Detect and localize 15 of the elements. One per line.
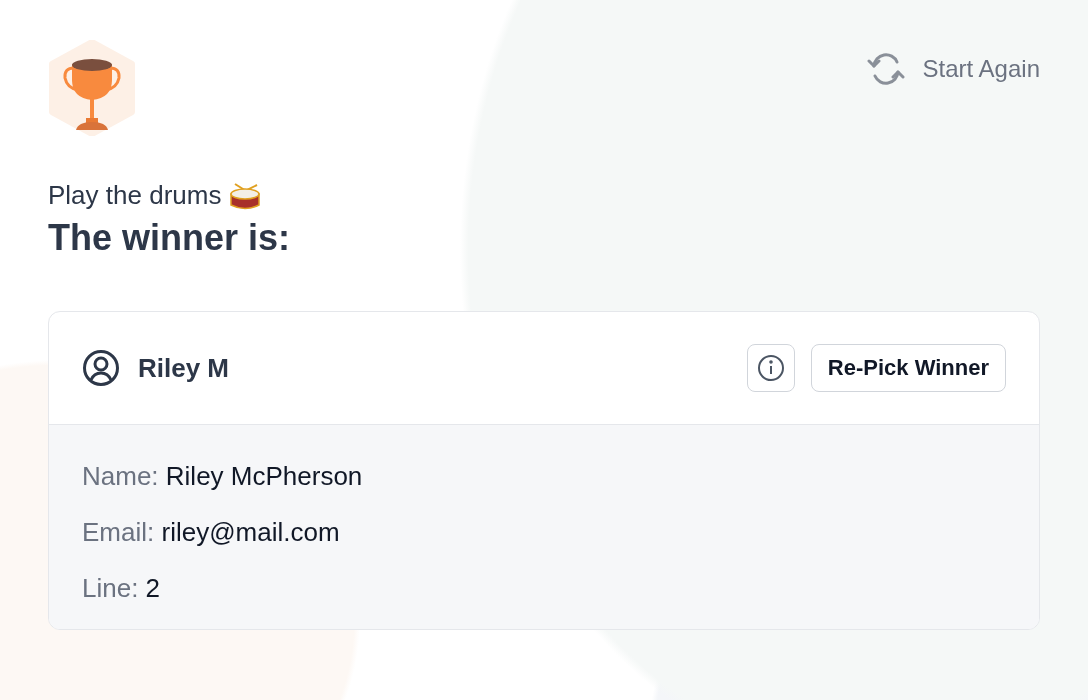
info-button[interactable] [746, 344, 795, 392]
user-icon [82, 349, 120, 387]
drum-icon [229, 181, 262, 210]
detail-line: Email: riley@mail.com [82, 517, 341, 547]
info-icon [756, 354, 785, 382]
refresh-icon [866, 52, 905, 86]
detail-line: Name: Riley McPherson [82, 461, 364, 491]
re-pick-winner-button[interactable]: Re-Pick Winner [810, 344, 1006, 392]
trophy-icon [48, 40, 136, 136]
start-again-label: Start Again [922, 55, 1040, 83]
detail-line: Line: 2 [82, 573, 162, 603]
prompt-text: Play the drums [48, 180, 222, 211]
winner-display-name: Riley M [138, 352, 230, 384]
winner-heading: The winner is: [48, 217, 292, 259]
start-again-button[interactable]: Start Again [866, 40, 1040, 86]
